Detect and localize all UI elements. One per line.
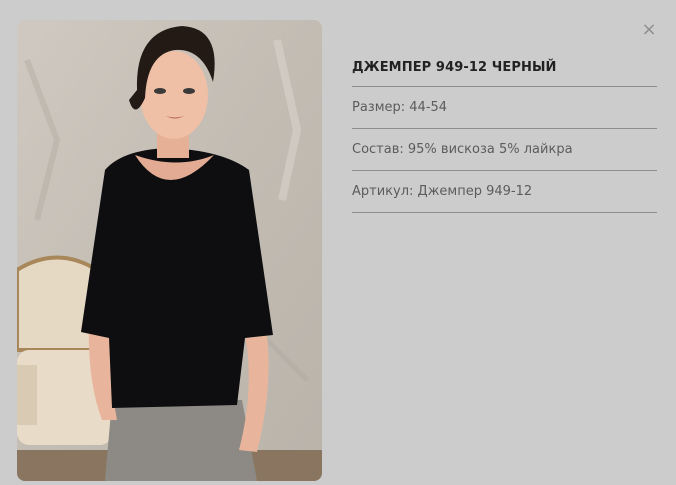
product-composition: Состав: 95% вискоза 5% лайкра [352,129,657,171]
product-info: ДЖЕМПЕР 949-12 ЧЕРНЫЙ Размер: 44-54 Сост… [352,48,657,213]
product-photo-illustration [17,20,322,481]
close-button[interactable]: × [640,21,658,39]
product-quick-view-modal: × ДЖЕМПЕР 949-12 ЧЕРНЫЙ Размер: 44-54 Со… [0,0,676,485]
product-article: Артикул: Джемпер 949-12 [352,171,657,213]
product-size: Размер: 44-54 [352,87,657,129]
close-icon[interactable]: × [641,19,656,40]
product-title: ДЖЕМПЕР 949-12 ЧЕРНЫЙ [352,48,657,87]
product-photo[interactable] [17,20,322,481]
